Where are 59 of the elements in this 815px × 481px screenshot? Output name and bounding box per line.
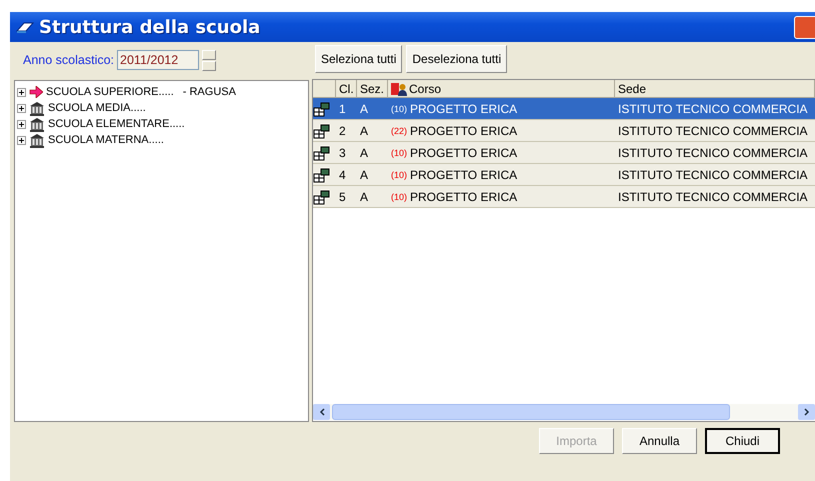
tree-item-location: - RAGUSA — [182, 86, 236, 98]
table-cell: ISTITUTO TECNICO COMMERCIA — [618, 168, 808, 182]
tree-item[interactable]: SCUOLA MATERNA..... — [48, 134, 164, 146]
table-cell: A — [360, 168, 368, 182]
window-title: Struttura della scuola — [39, 16, 260, 38]
table-row[interactable]: 2 A (22) PROGETTO ERICA ISTITUTO TECNICO COMMERCIA — [313, 120, 815, 142]
student-count: (10) — [391, 104, 408, 114]
tree-item[interactable]: SCUOLA MEDIA..... — [48, 102, 146, 114]
student-count: (10) — [391, 192, 408, 202]
expand-icon[interactable] — [17, 104, 26, 112]
table-cell: ISTITUTO TECNICO COMMERCIA — [618, 102, 808, 116]
table-cell: PROGETTO ERICA — [410, 102, 518, 116]
table-cell: 1 — [339, 102, 346, 116]
column-header[interactable]: Corso — [409, 82, 442, 96]
expand-icon[interactable] — [17, 120, 26, 128]
table-row[interactable]: 3 A (10) PROGETTO ERICA ISTITUTO TECNICO COMMERCIA — [313, 142, 815, 164]
expand-icon[interactable] — [17, 88, 26, 96]
table-cell: PROGETTO ERICA — [410, 124, 518, 138]
book-icon — [16, 21, 34, 33]
dialog-button[interactable]: Annulla — [622, 428, 697, 454]
table-cell: 5 — [339, 190, 346, 204]
table-cell: PROGETTO ERICA — [410, 146, 518, 160]
table-cell: 3 — [339, 146, 346, 160]
student-count: (10) — [391, 148, 408, 158]
table-cell: A — [360, 190, 368, 204]
scroll-left-icon — [318, 408, 324, 416]
table-cell: ISTITUTO TECNICO COMMERCIA — [618, 190, 808, 204]
building-icon — [29, 116, 45, 132]
table-row[interactable]: 1 A (10) PROGETTO ERICA ISTITUTO TECNICO COMMERCIA — [313, 98, 815, 120]
arrow-icon — [29, 86, 43, 98]
table-cell: A — [360, 146, 368, 160]
horizontal-scrollbar[interactable] — [313, 404, 815, 420]
spin-button[interactable] — [202, 50, 216, 70]
toolbar-button[interactable]: Deseleziona tutti — [406, 45, 508, 73]
scroll-right-icon — [804, 408, 810, 416]
table-cell: 4 — [339, 168, 346, 182]
year-field[interactable]: 2011/2012 — [117, 50, 200, 70]
tree-item[interactable]: SCUOLA SUPERIORE..... — [46, 86, 174, 98]
table-cell: 2 — [339, 124, 346, 138]
table-cell: ISTITUTO TECNICO COMMERCIA — [618, 124, 808, 138]
year-label: Anno scolastico: — [23, 53, 114, 67]
table-cell: PROGETTO ERICA — [410, 190, 518, 204]
people-icon — [391, 82, 407, 96]
table-cell: A — [360, 124, 368, 138]
table-cell: PROGETTO ERICA — [410, 168, 518, 182]
table-row[interactable]: 4 A (10) PROGETTO ERICA ISTITUTO TECNICO COMMERCIA — [313, 164, 815, 186]
dialog-button[interactable]: Chiudi — [705, 428, 780, 454]
student-count: (10) — [391, 170, 408, 180]
building-icon — [29, 132, 45, 148]
column-header[interactable]: Sede — [618, 82, 646, 96]
toolbar-button[interactable]: Seleziona tutti — [315, 45, 402, 73]
table-cell: A — [360, 102, 368, 116]
building-icon — [29, 100, 45, 116]
expand-icon[interactable] — [17, 136, 26, 144]
table-cell: ISTITUTO TECNICO COMMERCIA — [618, 146, 808, 160]
tree-item[interactable]: SCUOLA ELEMENTARE..... — [48, 118, 185, 130]
table-row[interactable]: 5 A (10) PROGETTO ERICA ISTITUTO TECNICO COMMERCIA — [313, 186, 815, 208]
close-button[interactable] — [794, 16, 815, 39]
student-count: (22) — [391, 126, 408, 136]
